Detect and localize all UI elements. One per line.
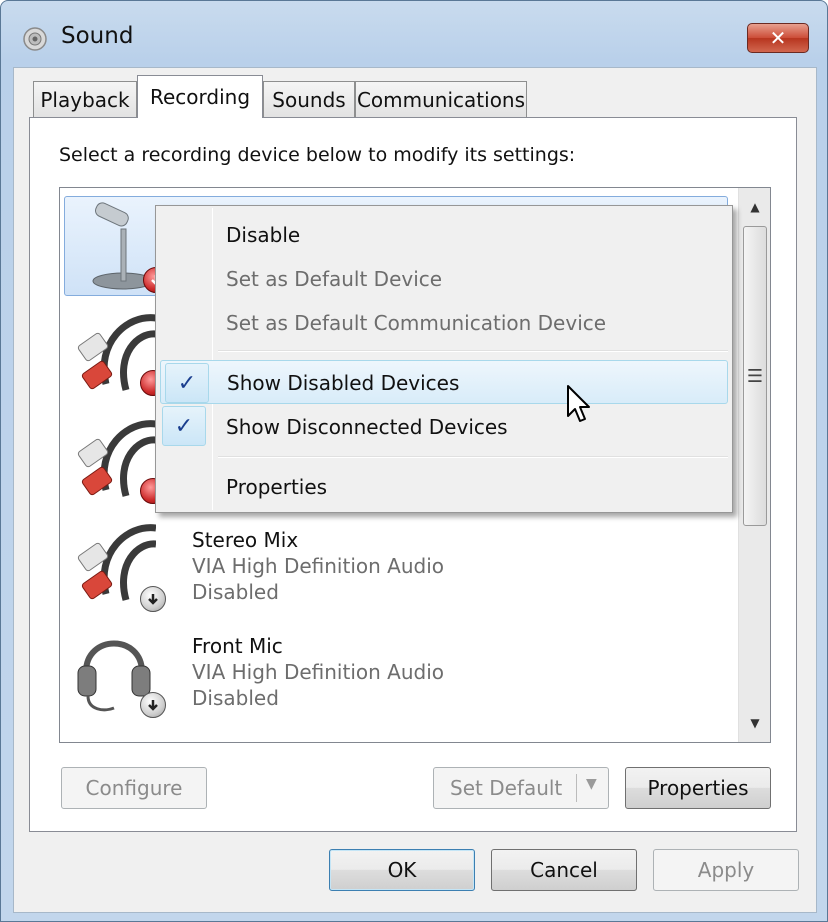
menu-item-properties[interactable]: Properties [158, 464, 730, 508]
down-arrow-badge-icon [140, 586, 166, 612]
button-label: Configure [85, 776, 183, 800]
scroll-down-arrow-icon[interactable]: ▼ [739, 708, 770, 738]
scroll-thumb[interactable]: ☰ [743, 226, 767, 526]
menu-item-label: Set as Default Communication Device [226, 311, 607, 335]
device-driver: VIA High Definition Audio [192, 554, 444, 578]
window-title: Sound [61, 23, 134, 49]
menu-item-label: Disable [226, 223, 301, 247]
button-label: Apply [697, 858, 755, 882]
menu-item-set-default-device[interactable]: Set as Default Device [158, 256, 730, 300]
button-label: OK [387, 858, 417, 882]
device-driver: VIA High Definition Audio [192, 660, 444, 684]
device-row-stereo-mix[interactable]: Stereo Mix VIA High Definition Audio Dis… [60, 510, 736, 614]
device-status: Disabled [192, 686, 279, 710]
close-button[interactable]: ✕ [747, 23, 809, 53]
menu-item-label: Show Disconnected Devices [226, 415, 508, 439]
speaker-icon [23, 27, 47, 51]
button-label: Properties [647, 776, 749, 800]
tab-label: Sounds [272, 87, 346, 112]
dropdown-arrow-icon[interactable]: ▼ [586, 776, 597, 792]
menu-item-set-default-communication-device[interactable]: Set as Default Communication Device [158, 300, 730, 344]
cancel-button[interactable]: Cancel [491, 849, 637, 891]
tab-sounds[interactable]: Sounds [263, 81, 355, 117]
scroll-up-arrow-icon[interactable]: ▲ [739, 192, 770, 222]
menu-item-disable[interactable]: Disable [158, 212, 730, 256]
split-divider [576, 774, 577, 802]
down-arrow-badge-icon [140, 692, 166, 718]
menu-separator [218, 456, 728, 458]
device-name: Front Mic [192, 634, 283, 658]
properties-button[interactable]: Properties [625, 767, 771, 809]
menu-item-label: Properties [226, 475, 328, 499]
apply-button[interactable]: Apply [653, 849, 799, 891]
tab-playback[interactable]: Playback [33, 81, 137, 117]
button-label: Cancel [530, 858, 598, 882]
tab-label: Communications [356, 87, 526, 112]
device-status: Disabled [192, 580, 279, 604]
set-default-split-button[interactable]: Set Default ▼ [433, 767, 609, 809]
check-icon: ✓ [165, 363, 209, 403]
device-name: Stereo Mix [192, 528, 299, 552]
mouse-cursor-icon [567, 385, 590, 422]
button-label: Set Default [450, 776, 563, 800]
ok-button[interactable]: OK [329, 849, 475, 891]
device-row-front-mic[interactable]: Front Mic VIA High Definition Audio Disa… [60, 616, 736, 720]
device-list-scrollbar[interactable]: ▲ ☰ ▼ [738, 188, 770, 742]
tab-label: Playback [40, 87, 130, 112]
check-icon: ✓ [162, 406, 206, 446]
instructions-text: Select a recording device below to modif… [59, 144, 576, 166]
tab-recording[interactable]: Recording [137, 75, 263, 118]
menu-item-show-disabled-devices[interactable]: ✓ Show Disabled Devices [160, 360, 728, 404]
menu-item-label: Set as Default Device [226, 267, 443, 291]
close-icon: ✕ [769, 26, 787, 50]
menu-separator [218, 350, 728, 352]
tab-communications[interactable]: Communications [355, 81, 527, 117]
menu-item-show-disconnected-devices[interactable]: ✓ Show Disconnected Devices [158, 404, 730, 448]
configure-button[interactable]: Configure [61, 767, 207, 809]
menu-item-label: Show Disabled Devices [227, 371, 460, 395]
tab-label: Recording [149, 85, 251, 109]
context-menu: Disable Set as Default Device Set as Def… [155, 205, 733, 513]
grip-icon: ☰ [746, 365, 764, 387]
sound-dialog-window: Sound ✕ Playback Recording Sounds Commun… [0, 0, 828, 922]
